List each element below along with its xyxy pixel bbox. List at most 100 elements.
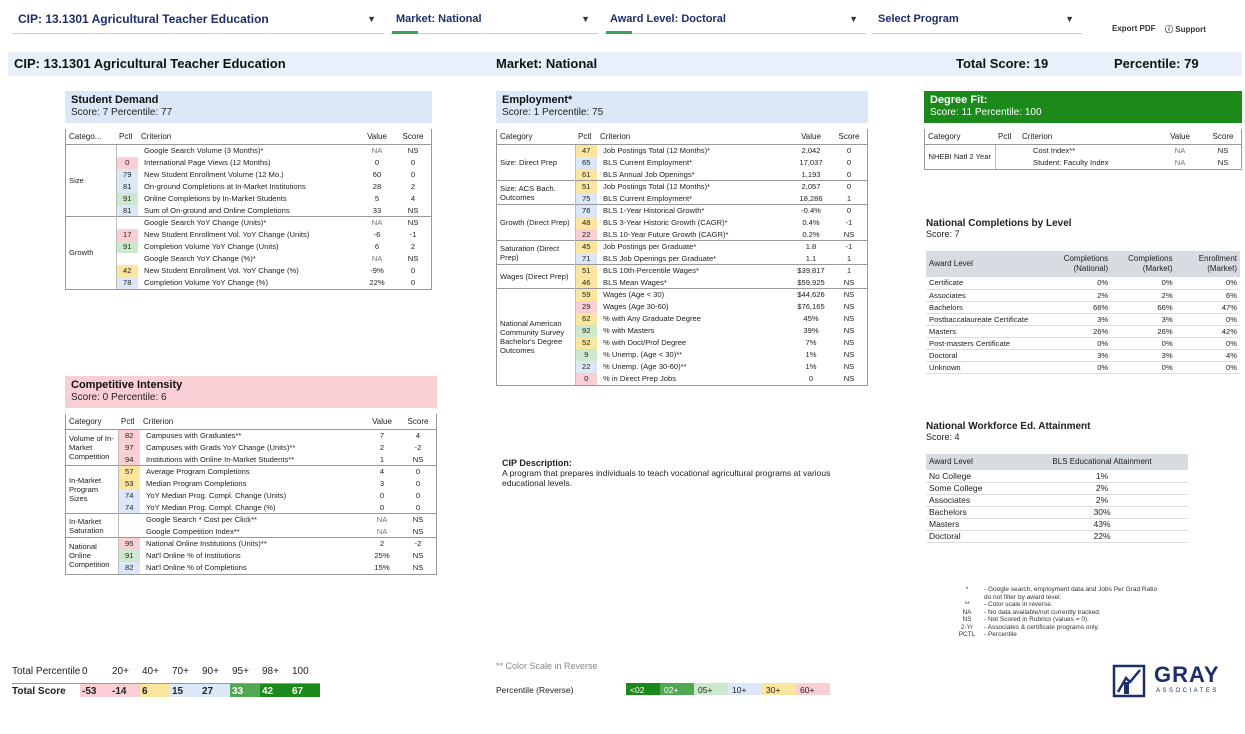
criterion-cell: Cost Index** (1019, 144, 1155, 157)
value-cell: -9% (370, 266, 384, 275)
criterion-cell: BLS Current Employment* (603, 158, 693, 167)
award-level-cell: Associates (926, 494, 1016, 507)
score-cell: 0 (410, 278, 416, 287)
percentile-scale-label: Total Percentile (12, 666, 81, 677)
percentile-scale: Total Percentile 0 20+ 40+ 70+ 90+ 95+ 98+ 100 (12, 666, 320, 677)
value-cell: 2,042 (791, 144, 831, 157)
value-cell: $59,925 (797, 277, 825, 287)
percentile-step: 20+ (112, 666, 129, 677)
score-scale: Total Score -53 -14 6 15 27 33 42 67 (12, 683, 320, 697)
percent-cell: 3% (1111, 313, 1176, 326)
degree-fit-panel: Degree Fit: Score: 11 Percentile: 100 Ca… (924, 91, 1242, 170)
reverse-step: 02+ (660, 683, 694, 695)
award-level-cell: Doctoral (926, 530, 1016, 543)
percentile-step: 95+ (232, 666, 249, 677)
score-cell: 0 (415, 502, 421, 512)
col-value: Value (1155, 129, 1205, 145)
cip-dropdown[interactable]: CIP: 13.1301 Agricultural Teacher Educat… (12, 8, 384, 34)
criterion-cell: New Student Enrollment Volume (12 Mo.) (144, 170, 284, 179)
value-cell: 1% (805, 362, 817, 371)
percent-cell: 0% (1175, 337, 1240, 350)
criterion-cell: New Student Enrollment Vol. YoY Change (… (144, 266, 299, 275)
score-cell: NS (407, 254, 419, 263)
value-cell: 2 (379, 443, 385, 452)
pctl-cell: 47 (575, 144, 597, 157)
market-title: Market: National (496, 56, 598, 71)
percent-cell: 66% (1046, 301, 1112, 314)
score-cell: NS (395, 216, 431, 229)
pctl-cell: 97 (118, 441, 140, 454)
workforce-panel: National Workforce Ed. Attainment Score:… (926, 421, 1188, 543)
column-header: Award Level (926, 251, 1047, 277)
table-row: Size Google Search Volume (3 Months)* NA NS (66, 144, 431, 217)
score-step: 6 (140, 684, 170, 697)
table-row: Volume of In-Market Competition 82 Campuse… (66, 429, 436, 466)
table-row: Wages (Direct Prep) 51 BLS 10th-Percentile… (497, 264, 867, 289)
col-category: Category (925, 129, 995, 145)
student-demand-panel: Student Demand Score: 7 Percentile: 77 C… (65, 91, 432, 290)
col-criterion: Criterion (1019, 129, 1155, 145)
category-cell: Volume of In-Market Competition (66, 429, 119, 466)
column-header: Award Level (926, 454, 1016, 470)
percent-cell: 0% (1175, 361, 1240, 374)
support-link[interactable]: ⓘ Support (1165, 24, 1206, 35)
value-cell: 39% (803, 326, 819, 335)
program-dropdown[interactable]: Select Program ▼ (872, 8, 1082, 34)
score-cell: -2 (414, 443, 422, 452)
market-dropdown[interactable]: Market: National ▼ (390, 8, 598, 34)
percent-cell: 0% (1175, 313, 1240, 326)
table-row: National American Community Survey Bache… (497, 288, 867, 385)
table-row: In-Market Program Sizes 57 Average Program… (66, 465, 436, 514)
cip-description: CIP Description: A program that prepares… (502, 458, 872, 488)
logo-icon (1112, 664, 1146, 698)
pctl-cell: 82 (118, 561, 140, 574)
table-row: 91 Completion Volume YoY Change (Units) 6 2 (66, 240, 431, 253)
pctl-cell: 79 (116, 168, 138, 181)
col-category: Category (497, 129, 575, 145)
pctl-cell: 91 (116, 240, 138, 253)
footnote: ** - Color scale in reverse. (950, 601, 1190, 609)
score-cell: NS (412, 454, 424, 464)
percent-cell: 47% (1175, 301, 1240, 314)
value-cell: 15% (374, 563, 390, 572)
award-level-cell: Postbaccalaureate Certificate (926, 313, 1047, 326)
col-value: Value (364, 414, 400, 430)
chevron-down-icon: ▼ (581, 14, 590, 24)
export-pdf-link[interactable]: Export PDF (1112, 24, 1156, 33)
table-row: Growth Google Search YoY Change (Units)* N… (66, 216, 431, 289)
table-row: Associates 2% (926, 494, 1188, 507)
score-cell: 0 (846, 158, 852, 167)
category-cell: Wages (Direct Prep) (497, 264, 576, 289)
percent-cell: 0% (1046, 337, 1112, 350)
value-cell: 1.8 (791, 240, 831, 253)
workforce-score: Score: 4 (926, 432, 960, 442)
footnote-key: PCTL (958, 631, 976, 638)
award-level-cell: Masters (926, 325, 1047, 338)
pctl-cell: 95 (118, 537, 140, 550)
criterion-cell: Nat'l Online % of Completions (146, 563, 247, 572)
value-cell: 5 (374, 194, 380, 203)
value-cell: 2 (364, 537, 400, 550)
score-cell: 0 (415, 491, 421, 500)
score-cell: 1 (831, 264, 867, 277)
award-level-cell: Doctoral (926, 349, 1047, 362)
workforce-table: Award Level BLS Educational Attainment No… (926, 454, 1188, 543)
column-header: Completions (National) (1046, 251, 1112, 277)
award-level-cell: Associates (926, 289, 1047, 302)
criterion-cell: Campuses with Graduates** (140, 429, 364, 442)
criterion-cell: Job Postings Total (12 Months)* (597, 144, 791, 157)
value-cell: 7% (805, 338, 817, 347)
value-cell: 0 (379, 502, 385, 512)
criterion-cell: Nat'l Online % of Institutions (146, 551, 241, 560)
criterion-cell: Median Program Completions (146, 479, 247, 488)
table-row: Unknown 0% 0% 0% (926, 361, 1240, 374)
pctl-cell: 22 (575, 360, 597, 373)
table-row: 74 YoY Median Prog. Compl. Change (Units)… (66, 489, 436, 502)
chevron-down-icon: ▼ (367, 14, 376, 24)
score-cell: NS (831, 288, 867, 301)
award-dropdown[interactable]: Award Level: Doctoral ▼ (604, 8, 866, 34)
table-row: NHEBI Natl 2 Year Cost Index** NA NS (925, 144, 1241, 169)
category-cell: NHEBI Natl 2 Year (925, 144, 996, 169)
col-criterion: Criterion (138, 129, 359, 145)
competitive-table: Category Pctl Criterion Value Score Volu… (66, 414, 436, 574)
